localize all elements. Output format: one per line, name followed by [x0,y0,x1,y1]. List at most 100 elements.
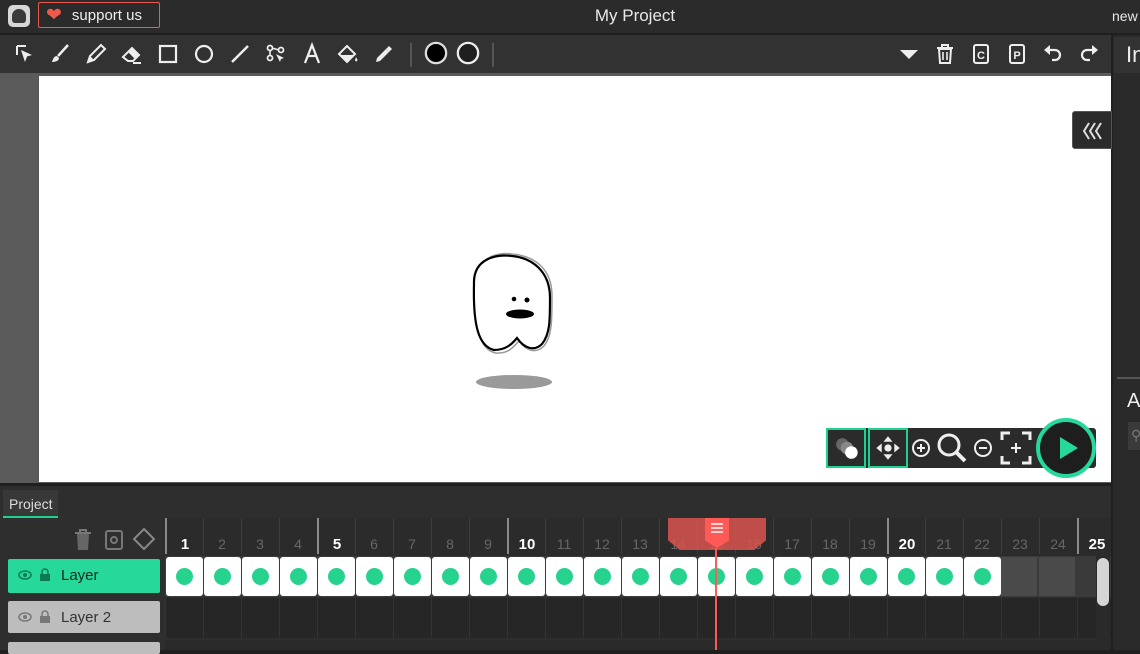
path-edit-tool-icon[interactable] [264,42,288,66]
layer-row-layer-2[interactable]: Layer 2 [8,601,160,633]
rectangle-tool-icon[interactable] [156,42,180,66]
onion-skin-button[interactable] [826,428,866,468]
timeline-scroll-thumb[interactable] [1097,558,1109,606]
keyframe-cell[interactable] [318,557,355,596]
pencil-tool-icon[interactable] [84,42,108,66]
keyframe-cell[interactable] [888,557,925,596]
keyframe-cell[interactable] [242,557,279,596]
keyframe-cell[interactable] [432,557,469,596]
drawing-stage[interactable] [39,76,1111,482]
undo-icon[interactable] [1041,42,1065,66]
frame-number[interactable]: 4 [279,536,317,552]
keyframe-cell[interactable] [166,557,203,596]
keyframe-cell[interactable] [356,557,393,596]
zoom-in-button[interactable] [908,428,934,468]
frame-number[interactable]: 1 [166,536,204,553]
pan-tool-button[interactable] [868,428,908,468]
fit-to-screen-button[interactable] [998,428,1034,468]
eye-icon[interactable] [18,568,32,582]
frame-number[interactable]: 24 [1039,536,1077,552]
keyframe-cell[interactable] [280,557,317,596]
frame-cell-divider [849,598,850,638]
copy-icon[interactable]: C [969,42,993,66]
frame-number[interactable]: 6 [355,536,393,552]
keyframe-cell[interactable] [660,557,697,596]
ghost-drawing [472,252,553,389]
select-tool-icon[interactable] [12,42,36,66]
eye-icon[interactable] [18,610,32,624]
eyedropper-tool-icon[interactable] [372,42,396,66]
project-title[interactable]: My Project [540,6,730,26]
keyframe-cell[interactable] [546,557,583,596]
layer-row-layer[interactable]: Layer [8,559,160,593]
frame-number[interactable]: 2 [203,536,241,552]
line-tool-icon[interactable] [228,42,252,66]
keyframe-icon[interactable] [132,527,156,551]
support-us-button[interactable]: ❤ support us [38,2,160,28]
keyframe-cell[interactable] [964,557,1001,596]
right-panel-section-title: A [1127,390,1140,412]
frame-number[interactable]: 19 [849,536,887,552]
empty-frame-cell[interactable] [1039,557,1076,596]
frame-number[interactable]: 12 [583,536,621,552]
zoom-reset-button[interactable] [934,428,970,468]
dropdown-arrow-icon[interactable] [897,42,921,66]
app-logo-icon[interactable] [8,5,30,27]
frame-number[interactable]: 20 [888,536,926,553]
frame-number[interactable]: 11 [545,536,583,552]
keyframe-cell[interactable] [584,557,621,596]
frame-number[interactable]: 8 [431,536,469,552]
keyframe-cell[interactable] [850,557,887,596]
zoom-out-button[interactable] [970,428,996,468]
frame-number[interactable]: 10 [508,536,546,553]
stroke-color-swatch-icon[interactable] [456,41,482,67]
delete-frame-icon[interactable] [73,529,93,551]
keyframe-cell[interactable] [774,557,811,596]
redo-icon[interactable] [1077,42,1101,66]
eraser-tool-icon[interactable] [120,42,144,66]
keyframe-cell[interactable] [622,557,659,596]
frame-number[interactable]: 3 [241,536,279,552]
new-project-link[interactable]: new [1112,8,1138,24]
playhead-line [715,548,717,650]
tab-project[interactable]: Project [3,490,58,518]
keyframe-cell[interactable] [394,557,431,596]
duplicate-frame-icon[interactable] [104,529,124,551]
empty-frame-cell[interactable] [1001,557,1038,596]
frame-number[interactable]: 7 [393,536,431,552]
frame-number[interactable]: 13 [621,536,659,552]
fill-color-swatch-icon[interactable] [424,41,450,67]
layer-row-partial[interactable] [8,642,160,654]
frame-number[interactable]: 5 [318,536,356,553]
frame-cell-divider [279,598,280,638]
lock-icon[interactable] [38,610,52,624]
frame-number[interactable]: 9 [469,536,507,552]
play-button[interactable] [1036,418,1096,478]
keyframe-cell[interactable] [926,557,963,596]
fill-bucket-tool-icon[interactable] [336,42,360,66]
paste-icon[interactable]: P [1005,42,1029,66]
text-tool-icon[interactable] [300,42,324,66]
lock-icon[interactable] [38,568,52,582]
keyframe-cell[interactable] [204,557,241,596]
frame-number[interactable]: 25 [1078,536,1116,553]
right-panel-divider[interactable] [1117,377,1140,379]
keyframe-cell[interactable] [470,557,507,596]
keyframe-cell[interactable] [812,557,849,596]
ellipse-tool-icon[interactable] [192,42,216,66]
frame-number[interactable]: 23 [1001,536,1039,552]
panel-collapse-button[interactable] [1072,111,1112,149]
right-panel-title: In [1126,42,1140,67]
layer-2-frames [165,598,1111,638]
frame-number[interactable]: 18 [811,536,849,552]
brush-tool-icon[interactable] [48,42,72,66]
frame-cell-divider [697,598,698,638]
keyframe-cell[interactable] [736,557,773,596]
keyframe-cell[interactable] [508,557,545,596]
frame-number[interactable]: 21 [925,536,963,552]
frame-number[interactable]: 22 [963,536,1001,552]
keyframe-dot-icon [328,568,345,585]
keyframe-dot-icon [442,568,459,585]
delete-icon[interactable] [933,42,957,66]
frame-number[interactable]: 17 [773,536,811,552]
